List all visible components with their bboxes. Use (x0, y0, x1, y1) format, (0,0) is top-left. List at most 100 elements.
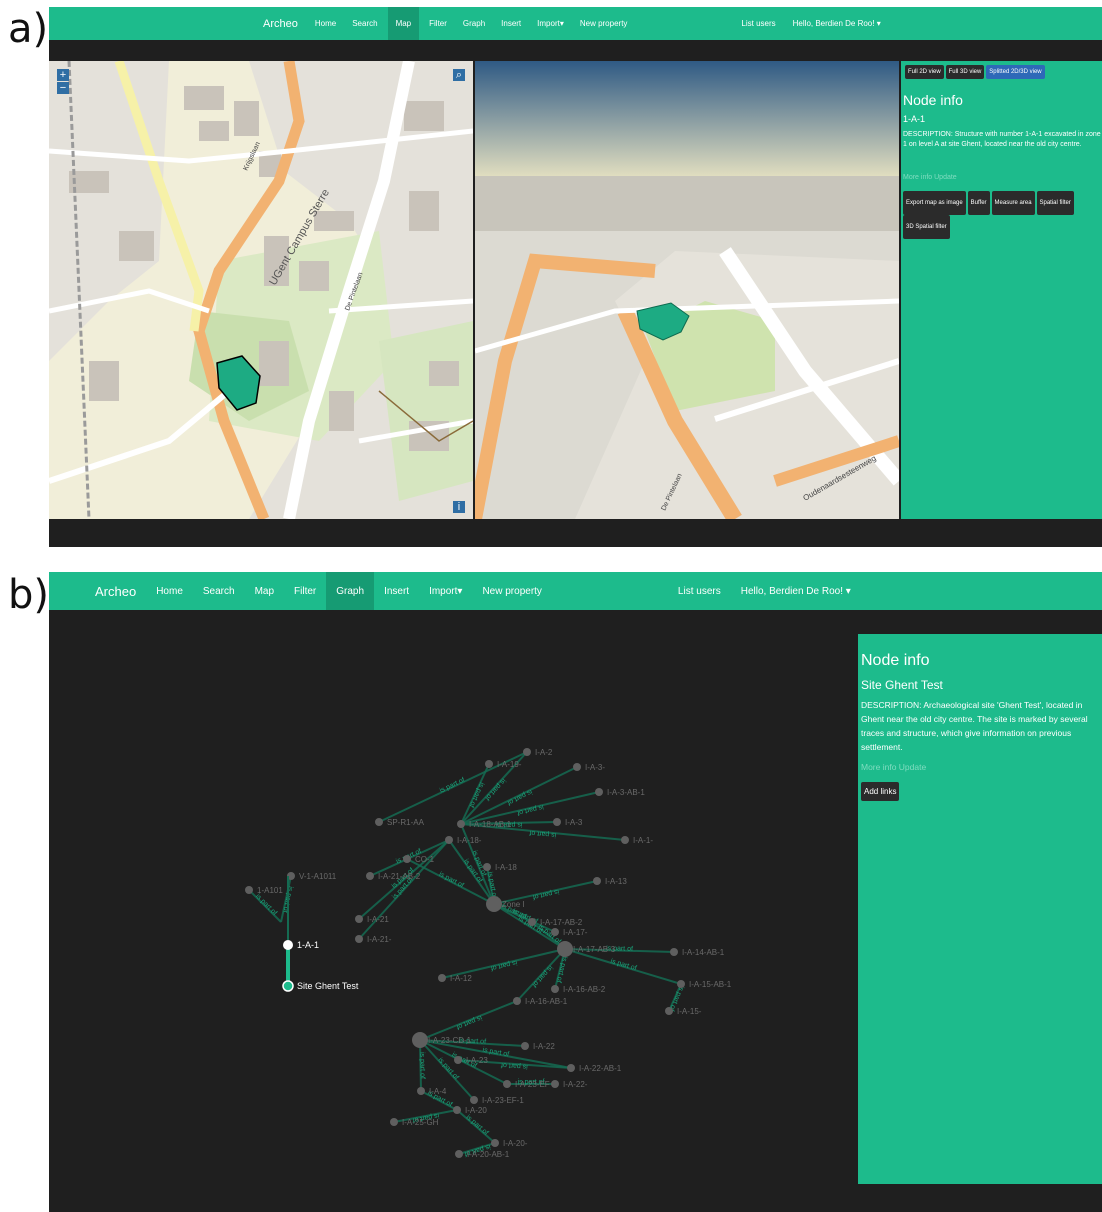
graph-node-label: I-A-23 (466, 1056, 488, 1065)
nav-import[interactable]: Import▾ (537, 19, 564, 28)
nav-new-property[interactable]: New property (580, 19, 628, 28)
nav-graph[interactable]: Graph (326, 572, 375, 610)
full-3d-view-button[interactable]: Full 3D view (945, 65, 985, 79)
map-info-icon[interactable]: i (453, 501, 465, 513)
nav-insert[interactable]: Insert (384, 586, 409, 597)
export-map-button[interactable]: Export map as image (903, 191, 966, 215)
more-info-link-b[interactable]: More info Update (861, 762, 926, 772)
graph-node[interactable] (621, 836, 629, 844)
graph-node[interactable] (485, 760, 493, 768)
graph-node[interactable] (403, 855, 411, 863)
graph-node[interactable] (483, 863, 491, 871)
graph-node[interactable] (551, 1080, 559, 1088)
map-2d[interactable]: UGent Campus Sterre Krijgslaan De Pintel… (49, 61, 473, 519)
graph-node[interactable] (412, 1032, 428, 1048)
graph-node[interactable] (245, 886, 253, 894)
nav-home[interactable]: Home (156, 586, 183, 597)
graph-node-label: Zone I (502, 900, 525, 909)
graph-node[interactable] (455, 1150, 463, 1158)
buffer-button[interactable]: Buffer (967, 191, 990, 215)
view-toggle-group: Full 2D view Full 3D view Splitted 2D/3D… (905, 65, 1045, 79)
graph-node[interactable] (445, 836, 453, 844)
graph-node[interactable] (438, 974, 446, 982)
nav-map-label: Map (395, 19, 412, 28)
graph-node-label: I-A-17- (563, 928, 588, 937)
graph-node[interactable] (513, 997, 521, 1005)
nav-graph-label: Graph (336, 585, 365, 597)
graph-node-label: I-A-19- (497, 760, 522, 769)
graph-node[interactable] (523, 748, 531, 756)
nav-map[interactable]: Map (387, 7, 420, 40)
nav-import[interactable]: Import▾ (429, 586, 462, 597)
add-links-button[interactable]: Add links (861, 782, 900, 801)
map-3d[interactable]: Oudenaardsesteenweg De Pintelaan (475, 61, 899, 519)
graph-node[interactable] (593, 877, 601, 885)
nav-map[interactable]: Map (255, 586, 274, 597)
graph-canvas[interactable]: is part ofis part of is part ofis part of… (49, 632, 849, 1192)
panel-b-window: Archeo Home Search Map Filter Graph Inse… (49, 572, 1102, 1212)
graph-node[interactable] (355, 915, 363, 923)
graph-node[interactable] (375, 818, 383, 826)
full-2d-view-button[interactable]: Full 2D view (905, 65, 944, 79)
navbar-b: Archeo Home Search Map Filter Graph Inse… (49, 572, 1102, 610)
user-menu[interactable]: Hello, Berdien De Roo! ▾ (793, 19, 881, 28)
graph-node-label: I-A-25-GH (402, 1118, 439, 1127)
graph-node[interactable] (390, 1118, 398, 1126)
node-site-ghent-test[interactable] (282, 980, 294, 992)
graph-node[interactable] (486, 896, 502, 912)
nav-new-property[interactable]: New property (482, 586, 541, 597)
zoom-out-button[interactable]: − (57, 82, 69, 94)
nav-search[interactable]: Search (203, 586, 235, 597)
graph-node[interactable] (491, 1139, 499, 1147)
edge-label: is part of (532, 888, 560, 901)
graph-node[interactable] (457, 820, 465, 828)
graph-node-label: I-A-3- (585, 763, 605, 772)
graph-node[interactable] (366, 872, 374, 880)
brand-link[interactable]: Archeo (95, 584, 136, 599)
graph-node[interactable] (567, 1064, 575, 1072)
graph-node-label: V-1-A1011 (299, 872, 337, 881)
brand-link[interactable]: Archeo (263, 18, 298, 30)
nav-list-users[interactable]: List users (678, 586, 721, 597)
graph-node[interactable] (453, 1106, 461, 1114)
spatial-filter-button[interactable]: Spatial filter (1036, 191, 1074, 215)
graph-node[interactable] (670, 948, 678, 956)
panel-label-a: a) (8, 6, 49, 52)
nav-search[interactable]: Search (352, 19, 377, 28)
split-view-button[interactable]: Splitted 2D/3D view (986, 65, 1045, 79)
graph-node[interactable] (553, 818, 561, 826)
graph-node[interactable] (521, 1042, 529, 1050)
graph-node[interactable] (677, 980, 685, 988)
graph-node[interactable] (355, 935, 363, 943)
map-2d-canvas: UGent Campus Sterre Krijgslaan De Pintel… (49, 61, 473, 519)
node-info-title-a: Node info (903, 92, 963, 108)
zoom-in-button[interactable]: + (57, 69, 69, 81)
nav-graph[interactable]: Graph (463, 19, 485, 28)
graph-node[interactable] (595, 788, 603, 796)
graph-node[interactable] (551, 928, 559, 936)
graph-node-label: I-A-2 (535, 748, 553, 757)
3d-spatial-filter-button[interactable]: 3D Spatial filter (903, 215, 950, 239)
nav-insert[interactable]: Insert (501, 19, 521, 28)
nav-filter[interactable]: Filter (294, 586, 316, 597)
graph-node[interactable] (454, 1056, 462, 1064)
graph-node[interactable] (528, 918, 536, 926)
user-menu[interactable]: Hello, Berdien De Roo! ▾ (741, 586, 851, 597)
nav-filter[interactable]: Filter (429, 19, 447, 28)
graph-node[interactable] (665, 1007, 673, 1015)
graph-node[interactable] (417, 1087, 425, 1095)
graph-node-label: I-A-18- (457, 836, 482, 845)
map-search-icon[interactable]: ⌕ (453, 69, 465, 81)
nav-import-label: Import (537, 19, 560, 28)
more-info-link-a[interactable]: More info Update (903, 174, 957, 181)
nav-list-users[interactable]: List users (741, 19, 775, 28)
measure-area-button[interactable]: Measure area (991, 191, 1035, 215)
node-1-a-1[interactable] (283, 940, 293, 950)
graph-node[interactable] (557, 941, 573, 957)
graph-node-label: I-A-1- (633, 836, 653, 845)
nav-home[interactable]: Home (315, 19, 336, 28)
graph-node[interactable] (470, 1096, 478, 1104)
graph-node[interactable] (503, 1080, 511, 1088)
graph-node[interactable] (573, 763, 581, 771)
graph-node[interactable] (551, 985, 559, 993)
